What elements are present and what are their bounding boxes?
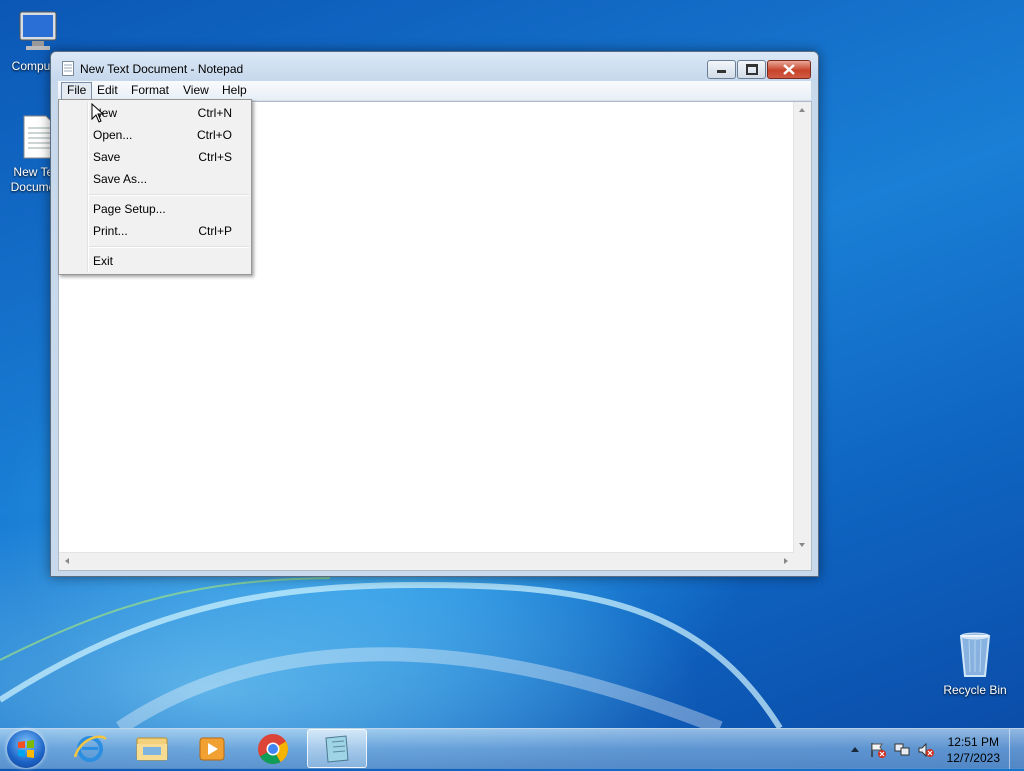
- taskbar-internet-explorer[interactable]: [60, 729, 120, 768]
- desktop-icon-recycle-bin[interactable]: Recycle Bin: [937, 630, 1013, 698]
- window-title: New Text Document - Notepad: [80, 62, 244, 76]
- notepad-icon: [325, 735, 349, 763]
- vertical-scrollbar[interactable]: [793, 102, 811, 553]
- menu-item-label: Page Setup...: [93, 202, 166, 216]
- show-hidden-icons-icon[interactable]: [850, 745, 860, 753]
- action-center-icon[interactable]: [869, 741, 887, 759]
- taskbar-windows-explorer[interactable]: [121, 729, 181, 768]
- title-bar[interactable]: New Text Document - Notepad: [51, 52, 818, 82]
- menu-format[interactable]: Format: [126, 82, 174, 98]
- menu-item-shortcut: Ctrl+P: [198, 224, 232, 238]
- mouse-cursor-icon: [91, 103, 105, 123]
- minimize-icon: [717, 70, 726, 73]
- network-icon[interactable]: [893, 741, 911, 759]
- windows-explorer-icon: [136, 737, 168, 761]
- start-button[interactable]: [7, 730, 45, 768]
- maximize-button[interactable]: [737, 60, 766, 79]
- maximize-icon: [746, 64, 758, 75]
- menu-item-save-as[interactable]: Save As...: [61, 168, 249, 190]
- menu-item-label: Print...: [93, 224, 128, 238]
- computer-icon: [19, 11, 57, 50]
- menu-file[interactable]: File: [61, 82, 93, 100]
- horizontal-scrollbar[interactable]: [59, 552, 794, 570]
- taskbar-notepad[interactable]: [307, 729, 367, 768]
- notepad-icon: [62, 61, 74, 76]
- menu-item-shortcut: Ctrl+S: [198, 150, 232, 164]
- menu-edit[interactable]: Edit: [92, 82, 123, 98]
- menu-item-shortcut: Ctrl+O: [196, 128, 232, 142]
- windows-logo-icon: [18, 740, 34, 758]
- clock-time: 12:51 PM: [947, 735, 999, 749]
- minimize-button[interactable]: [707, 60, 736, 79]
- close-icon: [783, 64, 795, 75]
- menu-item-label: Save As...: [93, 172, 148, 186]
- close-button[interactable]: [767, 60, 811, 79]
- menu-separator: [89, 246, 249, 248]
- taskbar: 12:51 PM 12/7/2023: [0, 728, 1024, 769]
- internet-explorer-icon: [73, 735, 107, 762]
- menu-item-shortcut: Ctrl+N: [197, 106, 232, 120]
- chrome-icon: [258, 734, 289, 765]
- menu-item-save[interactable]: Save Ctrl+S: [61, 146, 249, 168]
- size-grip[interactable]: [794, 553, 811, 570]
- scroll-down-icon[interactable]: [799, 543, 805, 547]
- scroll-right-icon[interactable]: [784, 558, 788, 564]
- menu-view[interactable]: View: [178, 82, 214, 98]
- menu-bar: File Edit Format View Help: [58, 81, 811, 101]
- scroll-left-icon[interactable]: [65, 558, 69, 564]
- scroll-up-icon[interactable]: [799, 108, 805, 112]
- menu-item-print[interactable]: Print... Ctrl+P: [61, 220, 249, 242]
- volume-muted-icon[interactable]: [917, 741, 935, 759]
- menu-item-label: Exit: [93, 254, 114, 268]
- menu-item-exit[interactable]: Exit: [61, 250, 249, 272]
- taskbar-chrome[interactable]: [243, 729, 303, 768]
- media-player-icon: [199, 737, 225, 761]
- menu-item-label: Open...: [93, 128, 133, 142]
- recycle-bin-icon: [959, 632, 991, 677]
- show-desktop-button[interactable]: [1009, 729, 1024, 769]
- desktop-icon-label: Recycle Bin: [943, 683, 1007, 697]
- menu-separator: [89, 194, 249, 196]
- clock[interactable]: 12:51 PM 12/7/2023: [947, 734, 1000, 766]
- system-tray: 12:51 PM 12/7/2023: [844, 729, 1024, 769]
- menu-item-label: Save: [93, 150, 121, 164]
- menu-item-open[interactable]: Open... Ctrl+O: [61, 124, 249, 146]
- file-menu-dropdown: New Ctrl+N Open... Ctrl+O Save Ctrl+S Sa…: [58, 99, 252, 275]
- taskbar-media-player[interactable]: [182, 729, 242, 768]
- menu-help[interactable]: Help: [217, 82, 252, 98]
- menu-item-new[interactable]: New Ctrl+N: [61, 102, 249, 124]
- clock-date: 12/7/2023: [946, 751, 1000, 765]
- menu-item-page-setup[interactable]: Page Setup...: [61, 198, 249, 220]
